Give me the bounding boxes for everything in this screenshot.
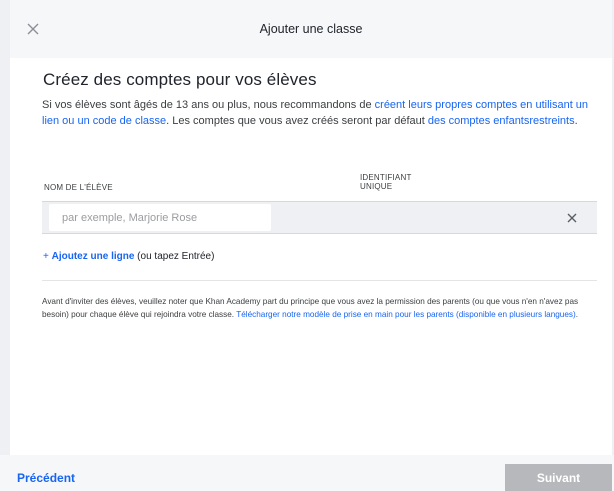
parental-permission-note: Avant d'inviter des élèves, veuillez not… <box>42 296 594 321</box>
column-header-unique-id: IDENTIFIANT UNIQUE <box>360 173 412 191</box>
intro-text: Si vos élèves sont âgés de 13 ans ou plu… <box>42 98 602 129</box>
next-button[interactable]: Suivant <box>505 464 612 491</box>
intro-text-1: Si vos élèves sont âgés de 13 ans ou plu… <box>42 99 375 111</box>
dialog-footer: Précédent Suivant <box>0 455 614 491</box>
student-row <box>42 201 597 234</box>
add-line-row: + Ajoutez une ligne (ou tapez Entrée) <box>43 251 214 262</box>
add-line-hint: (ou tapez Entrée) <box>134 251 215 262</box>
dialog-body: Créez des comptes pour vos élèves Si vos… <box>10 58 612 455</box>
page-title: Créez des comptes pour vos élèves <box>43 70 317 89</box>
dialog-header: Ajouter une classe <box>10 0 612 58</box>
column-header-student-name: NOM DE L'ÉLÈVE <box>44 183 113 192</box>
close-icon-glyph <box>27 23 39 35</box>
student-name-input[interactable] <box>49 204 271 231</box>
plus-icon: + <box>43 251 49 262</box>
close-icon <box>567 213 577 223</box>
close-icon[interactable] <box>22 18 44 40</box>
download-parent-template-link[interactable]: Télécharger notre modèle de prise en mai… <box>236 310 576 319</box>
remove-row-icon[interactable] <box>564 210 580 226</box>
restricted-accounts-link[interactable]: des comptes enfantsrestreints <box>428 115 575 127</box>
dialog-title: Ajouter une classe <box>259 22 363 36</box>
intro-text-2: . Les comptes que vous avez créés seront… <box>166 114 428 127</box>
note-end: . <box>575 309 579 319</box>
add-line-button[interactable]: Ajoutez une ligne <box>52 251 135 262</box>
divider <box>42 280 597 281</box>
intro-text-3: . <box>574 114 578 127</box>
previous-button[interactable]: Précédent <box>17 471 75 485</box>
